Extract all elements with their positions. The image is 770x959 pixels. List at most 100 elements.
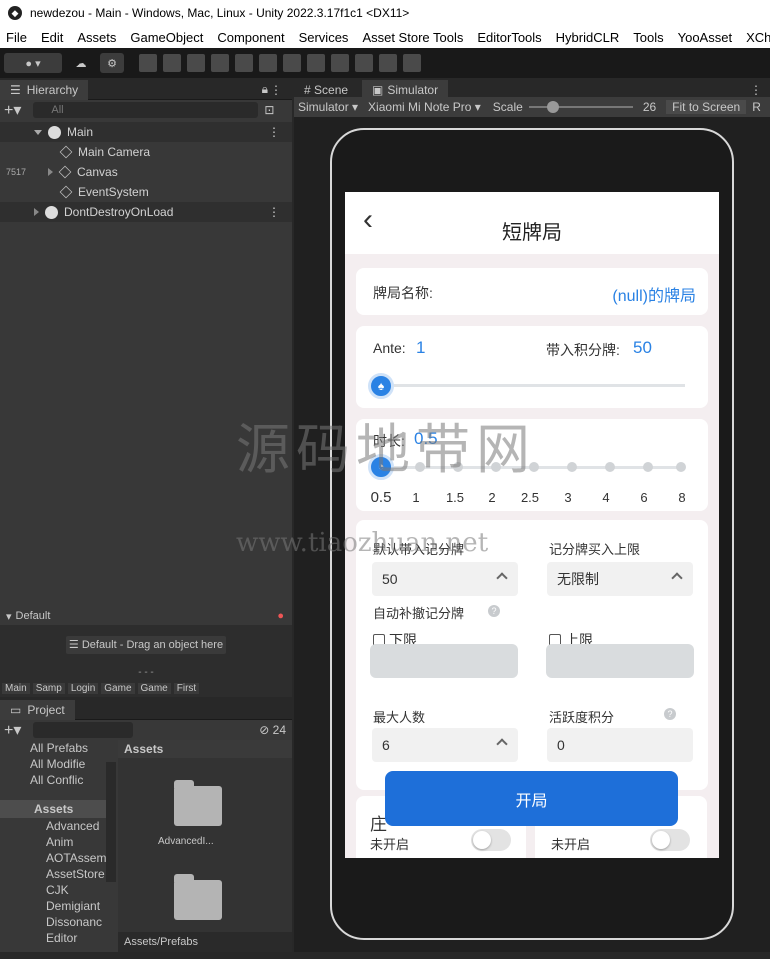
record-icon[interactable]: ● [277, 610, 284, 622]
hierarchy-item-canvas[interactable]: 7517 Canvas [0, 162, 292, 182]
hierarchy-search-input[interactable]: All [33, 102, 259, 118]
activity-input[interactable]: 0 [547, 728, 693, 762]
collapse-arrow-icon[interactable]: ▾ [6, 610, 12, 623]
account-dropdown[interactable]: ● ▾ [4, 53, 62, 73]
collab-icon[interactable]: ⚙ [100, 53, 124, 73]
simulator-dropdown[interactable]: Simulator ▾ [294, 100, 362, 114]
more-menu-icon[interactable]: ⋮ [270, 83, 282, 97]
open-game-button[interactable]: 开局 [385, 771, 678, 826]
option-toggle[interactable] [650, 829, 690, 851]
menu-edit[interactable]: Edit [35, 30, 71, 45]
scale-slider-handle[interactable] [546, 101, 559, 113]
max-players-select[interactable]: 6 [372, 728, 518, 762]
folder-item[interactable]: AOTAssem [46, 850, 106, 866]
menu-assets[interactable]: Assets [71, 30, 124, 45]
eye-count-icon[interactable]: ⊘ 24 [259, 723, 286, 737]
clock-slider-handle-icon[interactable]: ◔ [368, 454, 394, 480]
tab-project[interactable]: ▭ Project [0, 699, 75, 720]
help-icon[interactable]: ? [488, 605, 500, 617]
menu-yooasset[interactable]: YooAsset [672, 30, 740, 45]
hierarchy-item-eventsystem[interactable]: EventSystem [0, 182, 292, 202]
scene-tab-samp[interactable]: Samp [32, 683, 65, 694]
folder-item[interactable]: CJK [46, 882, 106, 898]
device-dropdown[interactable]: Xiaomi Mi Note Pro ▾ [362, 100, 487, 114]
tool-icon-11[interactable] [379, 54, 397, 72]
project-search-input[interactable] [33, 722, 134, 738]
folder-icon[interactable] [174, 874, 222, 920]
slider-step[interactable] [415, 462, 425, 472]
buy-limit-select[interactable]: 无限制 [547, 562, 693, 596]
tool-icon-1[interactable] [139, 54, 157, 72]
folder-item[interactable]: Advanced [46, 818, 106, 834]
scene-tab-game-1[interactable]: Game [101, 683, 135, 694]
tool-icon-5[interactable] [235, 54, 253, 72]
folder-item[interactable]: Anim [46, 834, 106, 850]
banker-toggle[interactable] [471, 829, 511, 851]
spade-slider-handle-icon[interactable]: ♠ [368, 373, 394, 399]
expand-arrow-icon[interactable] [34, 129, 42, 135]
menu-file[interactable]: File [0, 30, 35, 45]
ante-slider-track[interactable] [381, 384, 685, 387]
drag-drop-zone[interactable]: ☰ Default - Drag an object here [66, 636, 226, 654]
bug-tool-icon[interactable] [403, 54, 421, 72]
folder-item[interactable]: AssetStore [46, 866, 106, 882]
menu-gameobject[interactable]: GameObject [124, 30, 211, 45]
scene-tab-main[interactable]: Main [2, 683, 30, 694]
rotate-button[interactable]: R [746, 100, 767, 114]
settings-tool-icon[interactable] [283, 54, 301, 72]
slider-step[interactable] [676, 462, 686, 472]
name-value[interactable]: (null)的牌局 [612, 282, 696, 306]
favorite-item[interactable]: All Prefabs [30, 740, 88, 756]
favorite-item[interactable]: All Modifie [30, 756, 88, 772]
tool-icon-3[interactable] [187, 54, 205, 72]
add-icon[interactable]: +▾ [4, 720, 21, 740]
asset-item-label[interactable]: AdvancedI... [158, 836, 214, 847]
menu-editor-tools[interactable]: EditorTools [471, 30, 549, 45]
folder-item[interactable]: Dissonanc [46, 914, 106, 930]
upper-limit-input[interactable] [546, 644, 694, 678]
add-icon[interactable]: +▾ [4, 100, 21, 120]
menu-asset-store-tools[interactable]: Asset Store Tools [356, 30, 471, 45]
slider-step[interactable] [529, 462, 539, 472]
menu-xcha[interactable]: XCha [740, 30, 770, 45]
chart-tool-icon[interactable] [331, 54, 349, 72]
tool-icon-4[interactable] [211, 54, 229, 72]
hierarchy-item-main[interactable]: Main ⋮ [0, 122, 292, 142]
slider-step[interactable] [605, 462, 615, 472]
cloud-icon[interactable]: ☁ [66, 53, 96, 73]
slider-step[interactable] [643, 462, 653, 472]
slider-step[interactable] [453, 462, 463, 472]
tab-scene[interactable]: # Scene [294, 83, 358, 97]
favorite-item[interactable]: All Conflic [30, 772, 88, 788]
expand-arrow-icon[interactable] [34, 208, 39, 216]
search-options-icon[interactable]: ⊡ [264, 103, 274, 117]
more-icon[interactable]: ⋮ [268, 125, 280, 139]
slider-step[interactable] [491, 462, 501, 472]
folder-tool-icon[interactable] [259, 54, 277, 72]
tool-icon-2[interactable] [163, 54, 181, 72]
fit-to-screen-button[interactable]: Fit to Screen [666, 100, 747, 114]
help-icon[interactable]: ? [664, 708, 676, 720]
more-menu-icon[interactable]: ⋮ [750, 83, 762, 97]
lock-icon[interactable]: 🔒︎ [262, 82, 268, 97]
slider-step[interactable] [567, 462, 577, 472]
expand-arrow-icon[interactable] [48, 168, 53, 176]
hierarchy-item-dontdestroyonload[interactable]: DontDestroyOnLoad ⋮ [0, 202, 292, 222]
wrench-tool-icon[interactable] [307, 54, 325, 72]
hierarchy-item-main-camera[interactable]: Main Camera [0, 142, 292, 162]
scale-slider[interactable] [528, 101, 633, 113]
tree-scrollbar[interactable] [106, 762, 116, 882]
menu-hybridclr[interactable]: HybridCLR [550, 30, 628, 45]
assets-folder-row[interactable]: Assets [0, 800, 108, 818]
folder-item[interactable]: Editor [46, 930, 106, 946]
scene-tab-first[interactable]: First [173, 683, 200, 694]
folder-item[interactable]: Demigiant [46, 898, 106, 914]
folder-icon[interactable] [174, 780, 222, 826]
default-buyin-select[interactable]: 50 [372, 562, 518, 596]
menu-component[interactable]: Component [211, 30, 292, 45]
scene-tab-game-2[interactable]: Game [137, 683, 171, 694]
tab-hierarchy[interactable]: ☰ Hierarchy [0, 79, 89, 100]
menu-tools[interactable]: Tools [627, 30, 671, 45]
warning-tool-icon[interactable] [355, 54, 373, 72]
more-icon[interactable]: ⋮ [268, 205, 280, 219]
